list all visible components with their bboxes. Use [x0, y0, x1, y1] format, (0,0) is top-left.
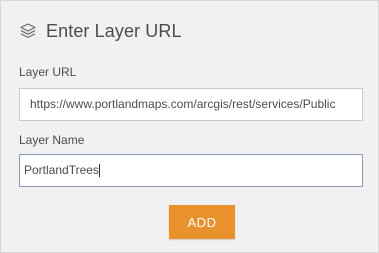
layer-name-input[interactable]: PortlandTrees [19, 154, 363, 187]
layer-name-label: Layer Name [19, 133, 85, 147]
panel-header: Enter Layer URL [19, 20, 182, 42]
layer-url-label: Layer URL [19, 65, 77, 79]
layer-name-value: PortlandTrees [24, 163, 99, 177]
panel-title: Enter Layer URL [46, 20, 182, 41]
add-layer-panel: Enter Layer URL Layer URL https://www.po… [0, 0, 379, 253]
layers-icon [19, 22, 37, 40]
add-button[interactable]: ADD [169, 205, 235, 239]
layer-url-input[interactable]: https://www.portlandmaps.com/arcgis/rest… [19, 88, 363, 121]
text-caret [98, 164, 100, 178]
layer-url-value: https://www.portlandmaps.com/arcgis/rest… [30, 97, 336, 111]
